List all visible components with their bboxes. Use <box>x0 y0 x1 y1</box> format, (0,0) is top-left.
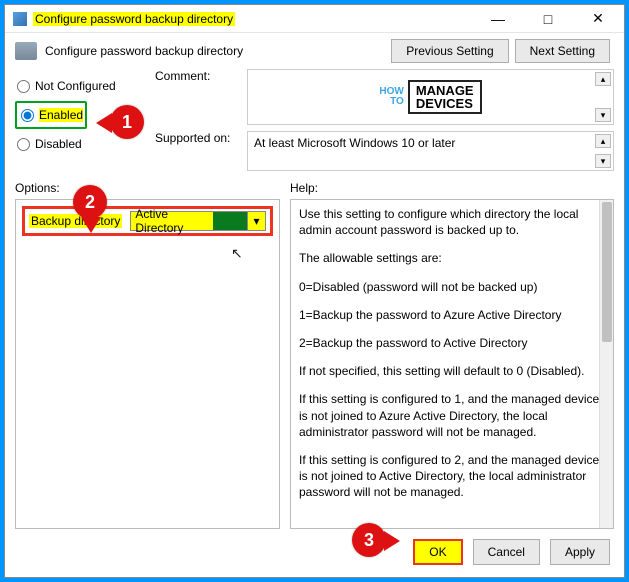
backup-directory-row: Backup directory Active Directory ▾ <box>22 206 273 236</box>
annotation-3: 3 <box>352 523 386 557</box>
annotation-2: 2 <box>73 185 107 219</box>
titlebar: Configure password backup directory — □ … <box>5 5 624 33</box>
scrollbar[interactable] <box>599 200 614 528</box>
annotation-1: 1 <box>110 105 144 139</box>
backup-directory-select[interactable]: Active Directory ▾ <box>130 211 266 231</box>
maximize-button[interactable]: □ <box>530 8 566 30</box>
cursor-icon: ↖ <box>231 245 243 262</box>
radio-not-configured-input[interactable] <box>17 80 30 93</box>
brand-logo: HOWTO MANAGEDEVICES <box>379 80 481 114</box>
help-text: If this setting is configured to 2, and … <box>299 452 605 501</box>
policy-icon <box>15 42 37 60</box>
window-title: Configure password backup directory <box>33 12 235 26</box>
apply-button[interactable]: Apply <box>550 539 610 565</box>
close-button[interactable]: ✕ <box>580 8 616 30</box>
radio-not-configured[interactable]: Not Configured <box>15 75 145 97</box>
page-title: Configure password backup directory <box>45 44 243 58</box>
radio-not-configured-label: Not Configured <box>35 79 116 93</box>
help-text: 2=Backup the password to Active Director… <box>299 335 605 351</box>
radio-disabled-label: Disabled <box>35 137 82 151</box>
chevron-down-icon[interactable]: ▾ <box>247 212 265 230</box>
supported-box: At least Microsoft Windows 10 or later ▴… <box>247 131 614 171</box>
radio-enabled[interactable]: Enabled <box>19 104 83 126</box>
options-panel: Backup directory Active Directory ▾ ↖ <box>15 199 280 529</box>
help-text: 0=Disabled (password will not be backed … <box>299 279 605 295</box>
help-text: Use this setting to configure which dire… <box>299 206 605 238</box>
help-label: Help: <box>290 181 614 195</box>
help-text: If not specified, this setting will defa… <box>299 363 605 379</box>
comment-label: Comment: <box>155 69 247 125</box>
previous-setting-button[interactable]: Previous Setting <box>391 39 508 63</box>
help-text: If this setting is configured to 1, and … <box>299 391 605 440</box>
app-icon <box>13 12 27 26</box>
help-text: The allowable settings are: <box>299 250 605 266</box>
radio-enabled-input[interactable] <box>21 109 34 122</box>
scroll-down-icon[interactable]: ▾ <box>595 108 611 122</box>
supported-text: At least Microsoft Windows 10 or later <box>254 136 455 150</box>
next-setting-button[interactable]: Next Setting <box>515 39 610 63</box>
comment-box[interactable]: HOWTO MANAGEDEVICES ▴ ▾ <box>247 69 614 125</box>
supported-label: Supported on: <box>155 131 247 171</box>
radio-disabled-input[interactable] <box>17 138 30 151</box>
radio-enabled-label: Enabled <box>39 108 83 122</box>
backup-directory-value: Active Directory <box>131 207 213 235</box>
scroll-up-icon[interactable]: ▴ <box>595 72 611 86</box>
backup-directory-label: Backup directory <box>29 214 122 228</box>
scroll-down-icon[interactable]: ▾ <box>595 154 611 168</box>
help-panel: Use this setting to configure which dire… <box>290 199 614 529</box>
minimize-button[interactable]: — <box>480 8 516 30</box>
scrollbar-thumb[interactable] <box>602 202 612 342</box>
help-text: 1=Backup the password to Azure Active Di… <box>299 307 605 323</box>
ok-button[interactable]: OK <box>413 539 462 565</box>
scroll-up-icon[interactable]: ▴ <box>595 134 611 148</box>
options-label: Options: <box>15 181 280 195</box>
cancel-button[interactable]: Cancel <box>473 539 540 565</box>
selection-highlight <box>213 212 247 230</box>
